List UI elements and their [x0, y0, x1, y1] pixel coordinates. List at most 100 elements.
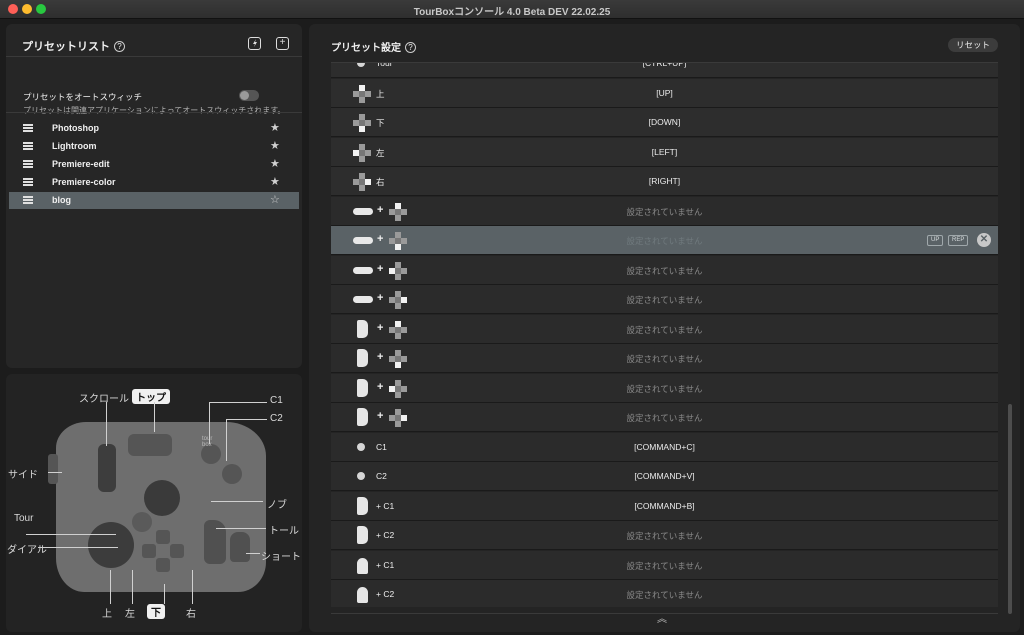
- preset-item[interactable]: Premiere-edit ★: [9, 156, 299, 173]
- favorite-star-icon[interactable]: ★: [270, 121, 280, 134]
- repeat-chip[interactable]: REP: [948, 235, 969, 246]
- reset-button[interactable]: リセット: [947, 38, 998, 52]
- setting-row[interactable]: C1 [COMMAND+C]: [331, 432, 998, 462]
- leader-line: [132, 570, 133, 604]
- leader-line: [209, 402, 210, 444]
- knob-shape[interactable]: [144, 480, 180, 516]
- favorite-star-icon[interactable]: ★: [270, 175, 280, 188]
- title-bar: TourBoxコンソール 4.0 Beta DEV 22.02.25: [0, 0, 1024, 19]
- setting-row[interactable]: + 設定されていません: [331, 285, 998, 314]
- dial-label: ダイアル: [7, 545, 47, 556]
- setting-row[interactable]: 右 [RIGHT]: [331, 167, 998, 196]
- setting-row-value: 設定されていません: [626, 413, 703, 423]
- setting-row[interactable]: + C1 [COMMAND+B]: [331, 491, 998, 521]
- dpad-down-shape[interactable]: [156, 558, 170, 572]
- setting-row[interactable]: + 設定されていません: [331, 196, 998, 226]
- setting-row[interactable]: 下 [DOWN]: [331, 108, 998, 137]
- tourbox-device: tour box: [56, 422, 266, 592]
- setting-row-value: 設定されていません: [626, 324, 703, 335]
- setting-row[interactable]: + C1 設定されていません: [331, 550, 998, 580]
- top-button-shape[interactable]: [128, 434, 172, 456]
- collapse-icon[interactable]: ︽: [657, 610, 667, 625]
- setting-row[interactable]: C2 [COMMAND+V]: [331, 462, 998, 491]
- preset-settings-panel: プリセット設定? リセット Tour [CTRL+UP] 上 [UP] 下 [DOWN] 左…: [309, 24, 1020, 632]
- setting-row-value: [COMMAND+B]: [634, 500, 695, 511]
- dpad-left-shape[interactable]: [142, 544, 156, 558]
- preset-name: Premiere-edit: [52, 159, 110, 169]
- leader-line: [226, 419, 267, 420]
- help-icon[interactable]: ?: [405, 42, 416, 53]
- button-settings-list: Tour [CTRL+UP] 上 [UP] 下 [DOWN] 左 [LEFT] 右 [RIGHT]…: [331, 62, 998, 607]
- drag-handle-icon[interactable]: [23, 124, 33, 132]
- up-label: 上: [102, 609, 112, 620]
- short-label: ショート: [261, 552, 301, 563]
- auto-switch-toggle[interactable]: [239, 90, 259, 101]
- setting-row[interactable]: + 設定されていません: [331, 403, 998, 432]
- setting-row[interactable]: + C2 設定されていません: [331, 580, 998, 607]
- scroll-wheel-shape[interactable]: [98, 444, 116, 492]
- c2-button-shape[interactable]: [222, 464, 242, 484]
- setting-row[interactable]: Tour [CTRL+UP]: [331, 62, 998, 78]
- tour-label: Tour: [14, 513, 34, 524]
- drag-handle-icon[interactable]: [23, 142, 33, 150]
- drag-handle-icon[interactable]: [23, 178, 33, 186]
- preset-list-panel: プリセットリスト? + プリセットをオートスウィッチ プリセットは関連アプリケー…: [6, 24, 302, 368]
- side-button-shape[interactable]: [48, 454, 58, 484]
- preset-item[interactable]: Premiere-color ★: [9, 174, 299, 191]
- help-icon[interactable]: ?: [114, 41, 125, 52]
- leader-line: [38, 547, 118, 548]
- c2-label: C2: [270, 413, 283, 424]
- favorite-star-icon[interactable]: ☆: [270, 193, 280, 206]
- preset-item[interactable]: Lightroom ★: [9, 138, 299, 155]
- setting-row[interactable]: + 設定されていません: [331, 373, 998, 403]
- short-button-shape[interactable]: [230, 532, 250, 562]
- favorite-star-icon[interactable]: ★: [270, 139, 280, 152]
- preset-item[interactable]: blog ☆: [9, 192, 299, 209]
- setting-row-value: [LEFT]: [651, 146, 678, 157]
- drag-handle-icon[interactable]: [23, 196, 33, 204]
- setting-row-value: [UP]: [656, 87, 673, 98]
- leader-line: [192, 570, 193, 604]
- up-chip[interactable]: UP: [927, 235, 944, 246]
- dpad-up-shape[interactable]: [156, 530, 170, 544]
- tourbox-logo: tour box: [202, 436, 213, 448]
- import-preset-icon[interactable]: [248, 37, 261, 50]
- preset-list-title: プリセットリスト?: [22, 38, 125, 54]
- preset-item[interactable]: Photoshop ★: [9, 120, 299, 137]
- leader-line: [246, 553, 260, 554]
- setting-row-value: [RIGHT]: [648, 176, 681, 186]
- setting-row-value: 設定されていません: [626, 236, 703, 246]
- leader-line: [211, 501, 263, 502]
- setting-row[interactable]: + C2 設定されていません: [331, 521, 998, 550]
- leader-line: [226, 419, 227, 461]
- device-diagram-panel: tour box スクロール トップ C1 C2 サイド ノブ Tour トール…: [6, 374, 302, 632]
- clear-icon[interactable]: ✕: [977, 233, 991, 247]
- setting-row[interactable]: + 設定されていません: [331, 314, 998, 344]
- add-preset-icon[interactable]: +: [276, 37, 289, 50]
- side-label: サイド: [8, 470, 38, 481]
- preset-name: Photoshop: [52, 123, 99, 133]
- setting-row[interactable]: + 設定されていません: [331, 255, 998, 285]
- setting-row-value: [CTRL+UP]: [642, 62, 687, 68]
- leader-line: [164, 584, 165, 604]
- setting-row-value: [COMMAND+C]: [634, 441, 695, 452]
- setting-row[interactable]: + 設定されていません: [331, 344, 998, 373]
- auto-switch-label: プリセットをオートスウィッチ: [23, 92, 143, 102]
- setting-row-value: 設定されていません: [626, 383, 703, 394]
- setting-row[interactable]: + 設定されていません UP REP ✕: [331, 226, 998, 255]
- leader-line: [106, 402, 107, 446]
- setting-row-value: 設定されていません: [626, 295, 703, 305]
- tall-label: トール: [269, 526, 299, 537]
- scrollbar[interactable]: [1008, 404, 1012, 614]
- setting-row[interactable]: 上 [UP]: [331, 78, 998, 108]
- dial-shape[interactable]: [88, 522, 134, 568]
- preset-settings-title-text: プリセット設定: [331, 43, 401, 54]
- favorite-star-icon[interactable]: ★: [270, 157, 280, 170]
- tall-button-shape[interactable]: [204, 520, 226, 564]
- setting-row-value: [DOWN]: [648, 117, 681, 127]
- dpad-right-shape[interactable]: [170, 544, 184, 558]
- tour-button-shape[interactable]: [132, 512, 152, 532]
- drag-handle-icon[interactable]: [23, 160, 33, 168]
- divider: [6, 112, 302, 113]
- setting-row[interactable]: 左 [LEFT]: [331, 137, 998, 167]
